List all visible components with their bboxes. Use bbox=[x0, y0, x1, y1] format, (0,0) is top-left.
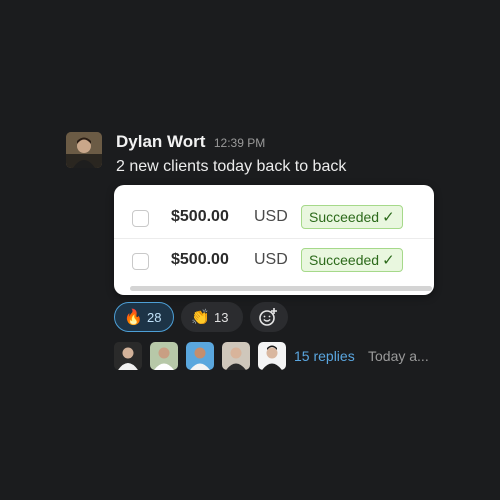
reaction-count: 28 bbox=[147, 310, 162, 325]
row-checkbox[interactable] bbox=[132, 253, 149, 270]
check-icon: ✓ bbox=[382, 252, 395, 269]
message-header: Dylan Wort 12:39 PM bbox=[116, 132, 265, 152]
reaction-fire[interactable]: 🔥 28 bbox=[114, 302, 174, 332]
add-reaction-icon bbox=[259, 308, 277, 326]
clap-emoji-icon: 👏 bbox=[191, 309, 210, 326]
payment-amount: $500.00 bbox=[171, 208, 229, 225]
fire-emoji-icon: 🔥 bbox=[124, 309, 143, 326]
payments-card: $500.00 USD Succeeded ✓ $500.00 USD Succe… bbox=[114, 185, 434, 295]
replies-link[interactable]: 15 replies bbox=[294, 348, 355, 364]
reaction-count: 13 bbox=[214, 310, 229, 325]
payment-row[interactable]: $500.00 USD Succeeded ✓ bbox=[114, 240, 434, 282]
row-checkbox[interactable] bbox=[132, 210, 149, 227]
message-timestamp[interactable]: 12:39 PM bbox=[214, 136, 265, 150]
check-icon: ✓ bbox=[382, 209, 395, 226]
replier-avatar bbox=[114, 342, 142, 370]
replier-avatar bbox=[258, 342, 286, 370]
author-name[interactable]: Dylan Wort bbox=[116, 132, 205, 151]
replier-avatar bbox=[150, 342, 178, 370]
add-reaction-button[interactable] bbox=[250, 302, 288, 332]
payment-amount: $500.00 bbox=[171, 251, 229, 268]
status-label: Succeeded bbox=[309, 252, 380, 268]
replier-avatar bbox=[222, 342, 250, 370]
payment-currency: USD bbox=[254, 251, 288, 268]
status-badge: Succeeded ✓ bbox=[301, 205, 403, 229]
message-text: 2 new clients today back to back bbox=[116, 158, 347, 175]
horizontal-scrollbar[interactable] bbox=[130, 286, 432, 291]
reaction-clap[interactable]: 👏 13 bbox=[181, 302, 243, 332]
row-divider bbox=[114, 238, 434, 239]
status-badge: Succeeded ✓ bbox=[301, 248, 403, 272]
payment-currency: USD bbox=[254, 208, 288, 225]
last-reply-time: Today a... bbox=[368, 348, 429, 364]
payment-row[interactable]: $500.00 USD Succeeded ✓ bbox=[114, 197, 434, 239]
replier-avatar bbox=[186, 342, 214, 370]
status-label: Succeeded bbox=[309, 209, 380, 225]
author-avatar[interactable] bbox=[66, 132, 102, 168]
